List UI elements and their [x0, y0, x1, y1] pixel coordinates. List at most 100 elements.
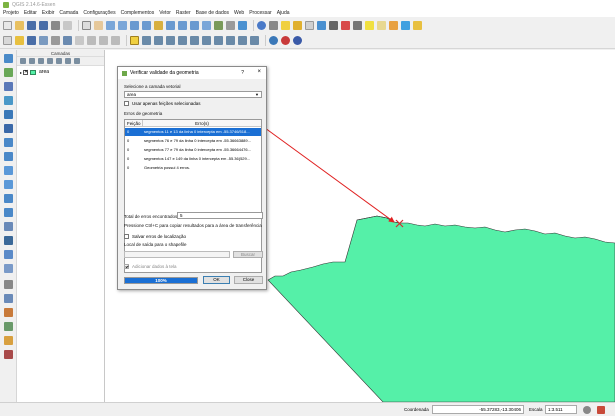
column-header-feature[interactable]: Feição: [125, 120, 143, 127]
add-virtual-layer-icon[interactable]: [4, 152, 13, 161]
new-temporary-layer-icon[interactable]: [4, 250, 13, 259]
label-properties-icon[interactable]: [202, 36, 211, 45]
show-hide-labels-icon[interactable]: [154, 36, 163, 45]
pan-icon[interactable]: [82, 20, 91, 30]
pin-labels-icon[interactable]: [142, 36, 151, 45]
attribute-table-icon[interactable]: [317, 20, 326, 30]
help-button[interactable]: ?: [241, 70, 244, 76]
settings-icon[interactable]: [269, 20, 278, 30]
new-shapefile-icon[interactable]: [4, 222, 13, 231]
digitize-tools-icon[interactable]: [4, 280, 13, 289]
node-tool-icon[interactable]: [63, 36, 72, 45]
form-annotation-icon[interactable]: [389, 20, 398, 30]
diagram-icon[interactable]: [214, 36, 223, 45]
cut-features-icon[interactable]: [87, 36, 96, 45]
identify-icon[interactable]: [257, 20, 266, 30]
zoom-actual-size-icon[interactable]: [130, 20, 139, 30]
add-wfs-icon[interactable]: [4, 194, 13, 203]
refresh-icon[interactable]: [238, 20, 247, 30]
add-postgis-icon[interactable]: [4, 82, 13, 91]
menu-processar[interactable]: Processar: [249, 10, 272, 16]
table-row[interactable]: 0 segmentos 147 e 149 da linha 0 interce…: [125, 155, 261, 163]
ok-button[interactable]: OK: [203, 276, 230, 284]
menu-vetor[interactable]: Vetor: [159, 10, 171, 16]
menu-complementos[interactable]: Complementos: [121, 10, 155, 16]
table-row[interactable]: 0 segmentos 77 e 79 da linha 0 intercept…: [125, 146, 261, 154]
current-edits-icon[interactable]: [3, 36, 12, 45]
georeferencer-icon[interactable]: [4, 294, 13, 303]
coordinate-value[interactable]: -55.37283,-13.30406: [432, 405, 524, 414]
add-oracle-icon[interactable]: [4, 138, 13, 147]
open-project-icon[interactable]: [15, 20, 24, 30]
zoom-full-icon[interactable]: [142, 20, 151, 30]
save-errors-checkbox[interactable]: [124, 234, 129, 239]
crs-icon[interactable]: [583, 406, 591, 414]
area-polygon[interactable]: [267, 215, 615, 403]
measure-icon[interactable]: [353, 20, 362, 30]
gps-tools-icon[interactable]: [4, 322, 13, 331]
new-gpx-layer-icon[interactable]: [4, 264, 13, 273]
chevron-down-icon[interactable]: ▼: [255, 92, 259, 97]
manage-visibility-icon[interactable]: [29, 58, 35, 64]
menu-camada[interactable]: Camada: [59, 10, 78, 16]
add-wms-icon[interactable]: [4, 166, 13, 175]
change-label-icon[interactable]: [190, 36, 199, 45]
python-console-icon[interactable]: [269, 36, 278, 45]
menu-projeto[interactable]: Projeto: [3, 10, 19, 16]
add-to-canvas-checkbox[interactable]: [124, 264, 129, 269]
add-feature-icon[interactable]: [39, 36, 48, 45]
save-edits-icon[interactable]: [27, 36, 36, 45]
show-bookmarks-icon[interactable]: [226, 20, 235, 30]
statistics-icon[interactable]: [341, 20, 350, 30]
plugin-icon[interactable]: [281, 36, 290, 45]
add-spatialite-icon[interactable]: [4, 96, 13, 105]
label-tool-icon[interactable]: [130, 36, 139, 45]
output-path-input[interactable]: [124, 251, 230, 258]
offset-point-icon[interactable]: [250, 36, 259, 45]
field-calculator-icon[interactable]: [329, 20, 338, 30]
add-mssql-icon[interactable]: [4, 110, 13, 119]
svg-annotation-icon[interactable]: [401, 20, 410, 30]
copy-features-icon[interactable]: [99, 36, 108, 45]
menu-configuracoes[interactable]: Configurações: [83, 10, 115, 16]
new-bookmark-icon[interactable]: [214, 20, 223, 30]
raster-calculator-icon[interactable]: [4, 350, 13, 359]
filter-legend-icon[interactable]: [38, 58, 44, 64]
layer-item-area[interactable]: ▸ ✕ area: [17, 66, 104, 76]
remove-layer-icon[interactable]: [74, 58, 80, 64]
add-raster-layer-icon[interactable]: [4, 68, 13, 77]
save-project-icon[interactable]: [27, 20, 36, 30]
close-icon[interactable]: ×: [257, 69, 261, 75]
add-db2-icon[interactable]: [4, 124, 13, 133]
deselect-icon[interactable]: [305, 20, 314, 30]
menu-editar[interactable]: Editar: [24, 10, 37, 16]
layer-combobox[interactable]: area ▼: [124, 91, 262, 98]
menu-raster[interactable]: Raster: [176, 10, 191, 16]
paste-features-icon[interactable]: [111, 36, 120, 45]
layer-visibility-checkbox[interactable]: ✕: [23, 69, 28, 75]
menu-web[interactable]: Web: [234, 10, 244, 16]
coordinate-capture-icon[interactable]: [4, 308, 13, 317]
rotate-point-icon[interactable]: [238, 36, 247, 45]
map-tips-icon[interactable]: [365, 20, 374, 30]
html-annotation-icon[interactable]: [413, 20, 422, 30]
heatmap-icon[interactable]: [4, 336, 13, 345]
menu-ajuda[interactable]: Ajuda: [277, 10, 290, 16]
composer-manager-icon[interactable]: [63, 20, 72, 30]
messages-icon[interactable]: [597, 406, 605, 414]
text-annotation-icon[interactable]: [377, 20, 386, 30]
close-button[interactable]: Close: [234, 276, 263, 284]
new-map-view-icon[interactable]: [202, 20, 211, 30]
add-group-icon[interactable]: [20, 58, 26, 64]
zoom-to-layer-icon[interactable]: [166, 20, 175, 30]
menu-base-de-dados[interactable]: Base de dados: [196, 10, 229, 16]
check-validity-dialog[interactable]: Verificar validade da geometria ? × Sele…: [117, 66, 267, 290]
pan-to-selection-icon[interactable]: [94, 20, 103, 30]
collapse-all-icon[interactable]: [65, 58, 71, 64]
table-row[interactable]: 0 segmentos 76 e 79 da linha 0 intercept…: [125, 137, 261, 145]
expand-all-icon[interactable]: [56, 58, 62, 64]
column-header-error[interactable]: Erro(s): [143, 120, 261, 127]
delete-selected-icon[interactable]: [75, 36, 84, 45]
errors-table[interactable]: Feição Erro(s) 0 segmentos 11 e 13 da li…: [124, 119, 262, 273]
select-by-expression-icon[interactable]: [293, 20, 302, 30]
